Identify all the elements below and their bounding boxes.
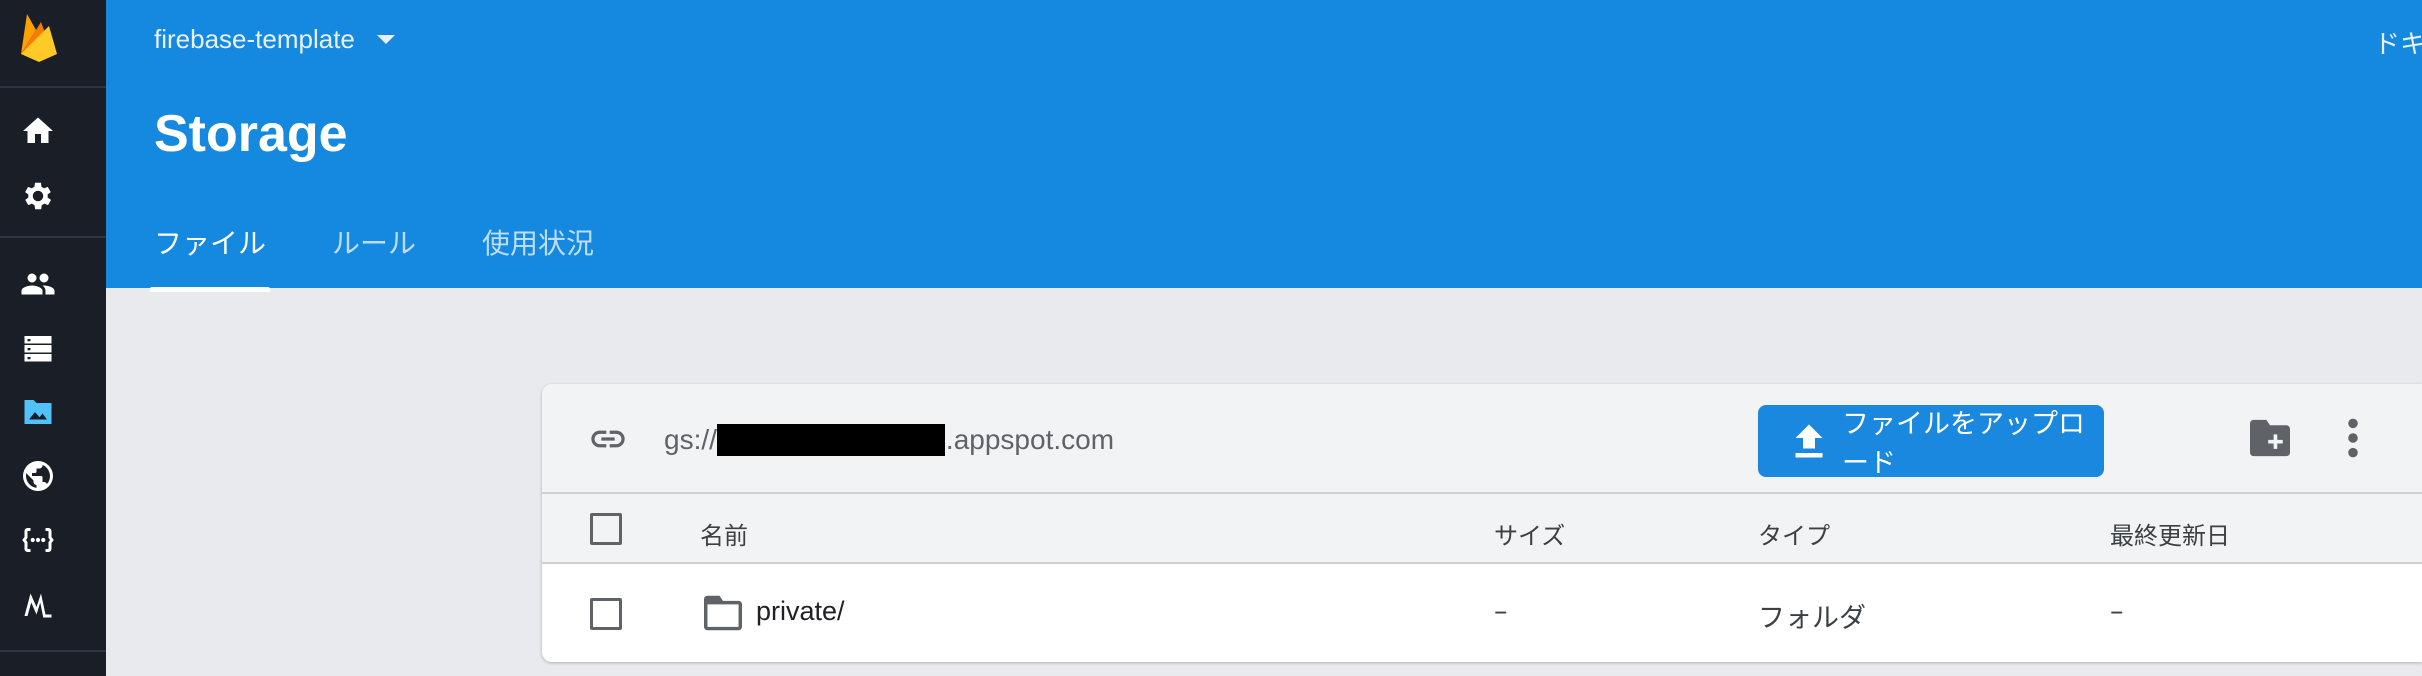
app-header: firebase-template ドキ Storage ファイル ルール 使用… [106,0,2422,292]
file-browser-card: gs:// .appspot.com ファイルをアップロード 名前 サイズ タイ… [542,384,2422,662]
tab-rules[interactable]: ルール [332,222,416,262]
home-icon[interactable] [18,111,58,151]
bucket-suffix: .appspot.com [945,424,1115,455]
create-folder-icon[interactable] [2248,418,2292,458]
select-all-checkbox[interactable] [590,513,622,545]
upload-icon [1795,424,1823,458]
bucket-toolbar: gs:// .appspot.com ファイルをアップロード [542,384,2422,494]
storage-icon[interactable] [18,392,58,432]
tab-bar: ファイル ルール 使用状況 [149,222,660,292]
project-selector[interactable]: firebase-template [154,24,395,55]
mlkit-icon[interactable] [18,584,58,624]
hosting-icon[interactable] [18,456,58,496]
column-name[interactable]: 名前 [700,516,748,551]
chevron-down-icon [376,35,395,44]
file-name[interactable]: private/ [756,596,845,627]
left-rail [0,0,106,676]
functions-icon[interactable] [18,520,58,560]
rail-divider [0,650,106,652]
file-modified: – [2110,596,2124,627]
project-name: firebase-template [154,24,355,54]
file-type: フォルダ [1758,603,1866,634]
folder-icon [702,594,744,632]
row-checkbox[interactable] [590,598,622,630]
users-icon[interactable] [18,264,58,304]
table-row[interactable]: private/ – フォルダ – [542,566,2422,662]
table-header: 名前 サイズ タイプ 最終更新日 [542,494,2422,564]
bucket-prefix: gs:// [664,424,717,455]
file-size: – [1494,596,1508,627]
upload-file-button[interactable]: ファイルをアップロード [1758,405,2104,479]
tab-files[interactable]: ファイル [149,222,271,292]
bucket-url: gs:// .appspot.com [664,424,1114,456]
rail-divider [0,86,106,88]
tab-usage[interactable]: 使用状況 [482,222,594,262]
column-type[interactable]: タイプ [1758,516,1830,551]
page-title: Storage [154,105,348,163]
upload-label: ファイルをアップロード [1842,409,2085,479]
column-modified[interactable]: 最終更新日 [2110,516,2230,551]
link-icon[interactable] [586,419,630,459]
docs-link[interactable]: ドキ [2374,24,2422,61]
database-icon[interactable] [18,328,58,368]
firebase-logo[interactable] [19,8,59,64]
column-size[interactable]: サイズ [1494,516,1565,551]
settings-icon[interactable] [18,176,58,216]
more-vert-icon[interactable] [2338,416,2368,460]
redacted-bucket-name [716,424,945,456]
rail-divider [0,236,106,238]
